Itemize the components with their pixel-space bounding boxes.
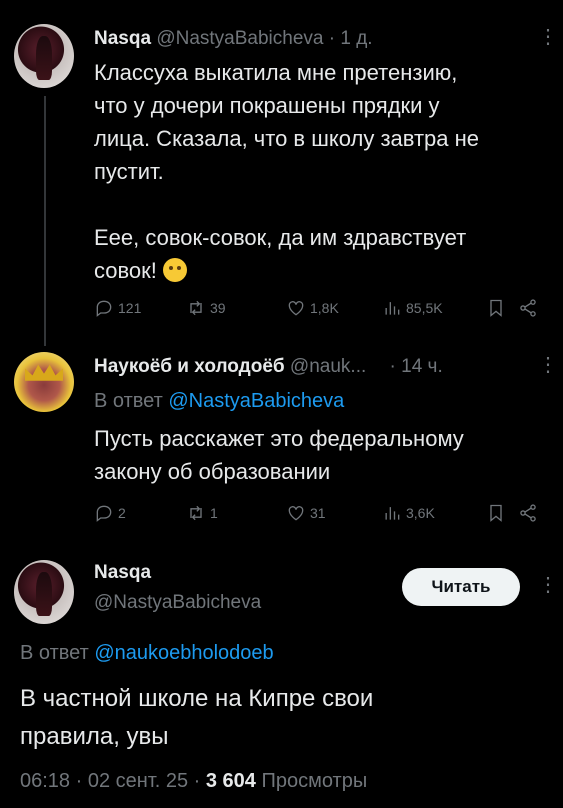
reply-count: 121	[118, 300, 142, 316]
views-icon	[385, 507, 400, 520]
author-name[interactable]: Наукоёб и холодоёб	[94, 356, 285, 377]
text-line: правила, увы	[20, 723, 169, 750]
reply-count: 2	[118, 505, 126, 521]
reply-context: В ответ @NastyaBabicheva	[94, 390, 344, 413]
like-count: 31	[310, 505, 326, 521]
author-name[interactable]: Nasqa	[94, 28, 151, 49]
avatar[interactable]	[14, 560, 74, 624]
share-icon	[520, 299, 536, 317]
bookmark-button[interactable]	[486, 298, 518, 318]
tweet-text: Пусть расскажет это федеральному закону …	[94, 422, 464, 488]
views-label: Просмотры	[261, 770, 368, 792]
text-line: В частной школе на Кипре свои	[20, 685, 374, 712]
author-handle[interactable]: @NastyaBabicheva	[94, 592, 261, 614]
bookmark-icon	[490, 299, 502, 317]
reply-to-link[interactable]: @naukoebholodoeb	[94, 642, 273, 664]
reply-icon	[96, 300, 112, 317]
share-button[interactable]	[518, 503, 538, 523]
avatar[interactable]	[14, 24, 74, 88]
bookmark-button[interactable]	[486, 503, 518, 523]
follow-read-button[interactable]: Читать	[402, 568, 520, 606]
more-options-icon[interactable]: ⋮	[538, 27, 558, 47]
views-button[interactable]: 85,5K	[382, 298, 486, 318]
text-line: лица. Сказала, что в школу завтра не	[94, 126, 480, 151]
share-button[interactable]	[518, 298, 538, 318]
author-name[interactable]: Nasqa	[94, 562, 151, 584]
like-button[interactable]: 31	[286, 503, 382, 523]
thread-line	[44, 96, 46, 346]
retweet-count: 1	[210, 505, 218, 521]
text-line: Классуха выкатила мне претензию,	[94, 60, 458, 85]
views-icon	[385, 302, 400, 315]
retweet-button[interactable]: 39	[186, 298, 286, 318]
crown-shape	[24, 364, 64, 381]
tweet-time[interactable]: · 14 ч.	[390, 356, 443, 377]
heart-icon	[288, 506, 304, 521]
reply-context: В ответ @naukoebholodoeb	[20, 642, 274, 665]
tweet-text: В частной школе на Кипре свои правила, у…	[20, 680, 373, 756]
author-handle[interactable]: @nauk...	[290, 356, 366, 377]
views-count: 85,5K	[406, 300, 443, 316]
tweet-meta: 06:18 · 02 сент. 25 · 3 604 Просмотры	[20, 770, 367, 793]
bookmark-icon	[490, 504, 502, 522]
reply-to-link[interactable]: @NastyaBabicheva	[168, 390, 344, 412]
views-count: 3,6K	[406, 505, 435, 521]
avatar-figure	[35, 571, 53, 617]
reply-prefix: В ответ	[20, 642, 89, 664]
avatar-figure	[35, 35, 53, 81]
share-icon	[520, 504, 536, 522]
tweet-header: Nasqa @NastyaBabicheva · 1 д.	[94, 28, 373, 50]
text-line: Пусть расскажет это федеральному	[94, 426, 464, 451]
avatar[interactable]	[14, 352, 74, 412]
reply-icon	[96, 505, 112, 522]
tweet-timestamp[interactable]: 06:18 · 02 сент. 25 ·	[20, 770, 200, 792]
like-count: 1,8K	[310, 300, 339, 316]
tweet-header: Наукоёб и холодоёб @nauk... · 14 ч.	[94, 356, 443, 378]
views-count: 3 604	[205, 770, 256, 792]
more-options-icon[interactable]: ⋮	[538, 355, 558, 375]
author-name-text: Nasqa	[94, 562, 152, 583]
tweet-actions: 2 1 31 3,6K	[94, 503, 546, 523]
reply-button[interactable]: 2	[94, 503, 186, 523]
retweet-icon	[190, 505, 202, 521]
retweet-button[interactable]: 1	[186, 503, 286, 523]
retweet-count: 39	[210, 300, 226, 316]
heart-icon	[288, 301, 304, 316]
text-line: что у дочери покрашены прядки у	[94, 93, 440, 118]
text-line: Еее, совок-совок, да им здравствует	[94, 225, 467, 250]
more-options-icon[interactable]: ⋮	[538, 575, 558, 595]
tweet-time[interactable]: · 1 д.	[329, 28, 373, 49]
text-line: совок!	[94, 254, 479, 287]
like-button[interactable]: 1,8K	[286, 298, 382, 318]
tweet-actions: 121 39 1,8K 85,5K	[94, 298, 546, 318]
views-button[interactable]: 3,6K	[382, 503, 486, 523]
text-line: пустит.	[94, 159, 164, 184]
reply-prefix: В ответ	[94, 390, 163, 412]
retweet-icon	[190, 300, 202, 316]
tweet-text: Классуха выкатила мне претензию, что у д…	[94, 56, 479, 287]
text-line: закону об образовании	[94, 459, 331, 484]
reply-button[interactable]: 121	[94, 298, 186, 318]
author-handle[interactable]: @NastyaBabicheva	[156, 28, 323, 49]
melting-face-emoji-icon	[163, 258, 188, 282]
